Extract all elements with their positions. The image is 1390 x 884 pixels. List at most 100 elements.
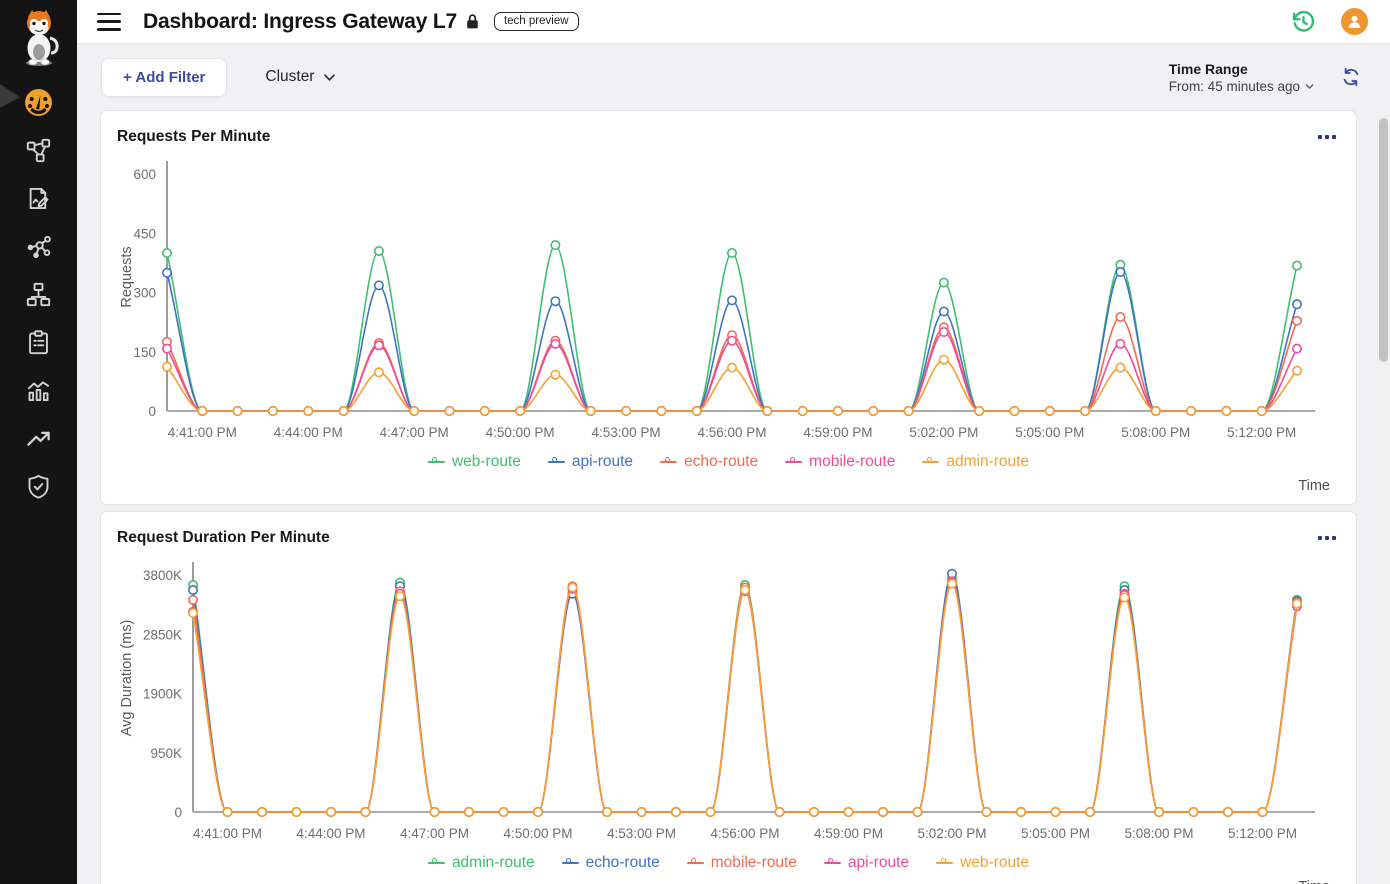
svg-text:4:56:00 PM: 4:56:00 PM xyxy=(710,826,779,841)
x-axis-label: Time xyxy=(117,879,1340,884)
history-button[interactable] xyxy=(1290,8,1317,35)
chart-menu-button[interactable] xyxy=(1314,532,1340,544)
legend-label: web-route xyxy=(452,453,521,471)
svg-text:4:47:00 PM: 4:47:00 PM xyxy=(400,826,469,841)
legend-marker-icon xyxy=(548,461,565,463)
svg-text:4:50:00 PM: 4:50:00 PM xyxy=(503,826,572,841)
duration-line-chart[interactable]: 3800K2850K1900K950K04:41:00 PM4:44:00 PM… xyxy=(117,554,1339,850)
legend-marker-icon xyxy=(922,461,939,463)
svg-text:5:08:00 PM: 5:08:00 PM xyxy=(1124,826,1193,841)
add-filter-button[interactable]: + Add Filter xyxy=(101,58,227,97)
legend-label: api-route xyxy=(848,854,909,872)
cluster-dropdown[interactable]: Cluster xyxy=(265,68,336,86)
legend-item-web-route[interactable]: web-route xyxy=(428,453,521,471)
legend-item-echo-route[interactable]: echo-route xyxy=(562,854,660,872)
menu-toggle-button[interactable] xyxy=(97,13,121,31)
cluster-dropdown-label: Cluster xyxy=(265,68,314,86)
sidebar-item-security[interactable] xyxy=(24,472,54,501)
chart-card-request-duration-per-minute: Request Duration Per Minute Avg Duration… xyxy=(100,511,1357,884)
svg-text:4:44:00 PM: 4:44:00 PM xyxy=(274,425,343,440)
legend-label: mobile-route xyxy=(711,854,797,872)
time-range-selector[interactable]: From: 45 minutes ago xyxy=(1169,79,1314,94)
svg-text:3800K: 3800K xyxy=(143,568,182,583)
legend-label: admin-route xyxy=(452,854,535,872)
svg-text:5:12:00 PM: 5:12:00 PM xyxy=(1228,826,1297,841)
top-header: Dashboard: Ingress Gateway L7 tech previ… xyxy=(77,0,1390,44)
svg-text:5:08:00 PM: 5:08:00 PM xyxy=(1121,425,1190,440)
tech-preview-badge: tech preview xyxy=(494,12,579,31)
legend-item-mobile-route[interactable]: mobile-route xyxy=(687,854,797,872)
svg-text:4:59:00 PM: 4:59:00 PM xyxy=(803,425,872,440)
svg-text:4:56:00 PM: 4:56:00 PM xyxy=(697,425,766,440)
sidebar-item-audit[interactable] xyxy=(24,328,54,357)
page-title: Dashboard: Ingress Gateway L7 xyxy=(143,10,457,34)
scrollbar-thumb[interactable] xyxy=(1379,118,1388,362)
legend-item-web-route[interactable]: web-route xyxy=(936,854,1029,872)
requests-line-chart[interactable]: 60045030015004:41:00 PM4:44:00 PM4:47:00… xyxy=(117,153,1339,449)
legend-item-admin-route[interactable]: admin-route xyxy=(922,453,1029,471)
legend-label: mobile-route xyxy=(809,453,895,471)
lock-icon xyxy=(466,13,479,30)
svg-text:2850K: 2850K xyxy=(143,627,182,642)
legend-item-mobile-route[interactable]: mobile-route xyxy=(785,453,895,471)
trend-up-icon xyxy=(25,425,52,452)
legend-marker-icon xyxy=(785,461,802,463)
legend-marker-icon xyxy=(660,461,677,463)
filter-bar: + Add Filter Cluster Time Range From: 45… xyxy=(77,44,1390,110)
gauge-dashboard-icon xyxy=(24,88,53,117)
sidebar-item-trends[interactable] xyxy=(24,424,54,453)
sidebar-item-mesh-services[interactable] xyxy=(24,232,54,261)
chart-card-requests-per-minute: Requests Per Minute Requests 60045030015… xyxy=(100,110,1357,505)
shield-check-icon xyxy=(25,473,52,500)
svg-text:1900K: 1900K xyxy=(143,687,182,702)
hierarchy-icon xyxy=(25,281,52,308)
svg-text:0: 0 xyxy=(174,805,182,820)
svg-text:4:47:00 PM: 4:47:00 PM xyxy=(380,425,449,440)
main-content: + Add Filter Cluster Time Range From: 45… xyxy=(77,44,1390,884)
svg-text:4:53:00 PM: 4:53:00 PM xyxy=(607,826,676,841)
sidebar-item-topology[interactable] xyxy=(24,136,54,165)
svg-text:5:05:00 PM: 5:05:00 PM xyxy=(1021,826,1090,841)
legend-label: echo-route xyxy=(684,453,758,471)
time-range-label: Time Range xyxy=(1169,61,1314,77)
legend-item-api-route[interactable]: api-route xyxy=(824,854,909,872)
svg-text:950K: 950K xyxy=(150,746,182,761)
legend-label: api-route xyxy=(572,453,633,471)
svg-text:450: 450 xyxy=(133,226,156,241)
user-avatar-button[interactable] xyxy=(1341,8,1368,35)
topology-icon xyxy=(25,137,52,164)
legend-label: web-route xyxy=(960,854,1029,872)
chart-title: Requests Per Minute xyxy=(117,128,270,146)
chart-metrics-icon xyxy=(25,377,52,404)
sidebar-item-metrics[interactable] xyxy=(24,376,54,405)
svg-text:4:41:00 PM: 4:41:00 PM xyxy=(193,826,262,841)
svg-text:5:02:00 PM: 5:02:00 PM xyxy=(909,425,978,440)
legend-marker-icon xyxy=(562,862,579,864)
legend-marker-icon xyxy=(428,461,445,463)
sidebar-item-gateways[interactable] xyxy=(24,280,54,309)
legend-item-api-route[interactable]: api-route xyxy=(548,453,633,471)
svg-text:4:41:00 PM: 4:41:00 PM xyxy=(168,425,237,440)
svg-text:4:59:00 PM: 4:59:00 PM xyxy=(814,826,883,841)
mascot-logo-icon xyxy=(16,8,62,68)
time-range-value: From: 45 minutes ago xyxy=(1169,79,1300,94)
sidebar-item-dashboards[interactable] xyxy=(24,88,54,117)
chart-legend: web-route api-route echo-route mobile-route… xyxy=(117,453,1340,471)
document-edit-icon xyxy=(25,185,52,212)
legend-marker-icon xyxy=(687,862,704,864)
chart-menu-button[interactable] xyxy=(1314,131,1340,143)
chevron-down-icon xyxy=(323,73,336,82)
sidebar xyxy=(0,0,77,884)
refresh-button[interactable] xyxy=(1340,66,1362,88)
legend-item-admin-route[interactable]: admin-route xyxy=(428,854,535,872)
legend-marker-icon xyxy=(428,862,445,864)
time-range-block: Time Range From: 45 minutes ago xyxy=(1169,61,1314,94)
legend-marker-icon xyxy=(936,862,953,864)
legend-item-echo-route[interactable]: echo-route xyxy=(660,453,758,471)
legend-marker-icon xyxy=(824,862,841,864)
app-logo[interactable] xyxy=(0,0,77,76)
sidebar-nav xyxy=(0,76,77,501)
sidebar-item-policies[interactable] xyxy=(24,184,54,213)
svg-text:300: 300 xyxy=(133,286,156,301)
chevron-down-icon xyxy=(1305,83,1314,90)
